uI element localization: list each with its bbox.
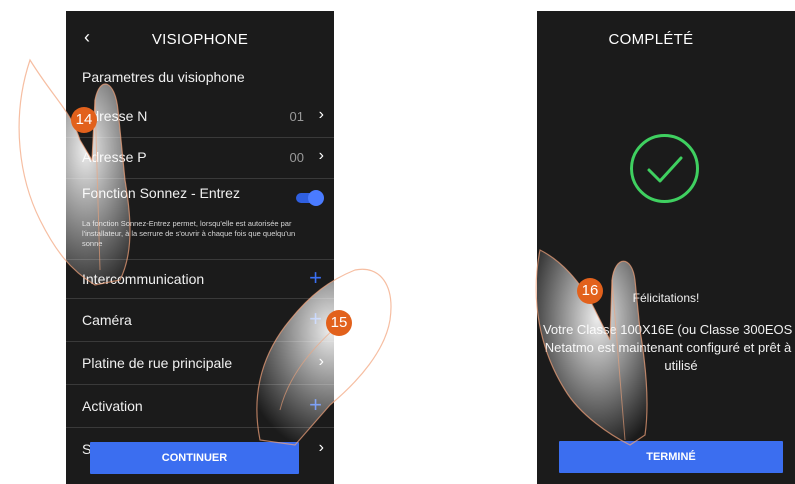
address-n-value: 01 — [289, 109, 304, 124]
congrats-text: Félicitations! — [632, 291, 700, 305]
intercom-row[interactable]: Intercommunication + — [66, 260, 334, 299]
check-circle-icon — [627, 131, 702, 206]
done-button[interactable]: TERMINÉ — [559, 441, 783, 473]
chevron-right-icon: › — [318, 147, 324, 164]
chevron-right-icon: › — [318, 353, 324, 370]
step-badge-14: 14 — [71, 107, 97, 133]
toggle-knob — [308, 190, 324, 206]
screen-title: VISIOPHONE — [151, 31, 249, 48]
add-plus-icon[interactable]: + — [309, 392, 322, 418]
section-title: Parametres du visiophone — [82, 69, 245, 85]
main-panel-row[interactable]: Platine de rue principale › — [66, 342, 334, 385]
door-function-toggle[interactable] — [296, 190, 324, 206]
chevron-right-icon: › — [318, 106, 324, 123]
add-plus-icon[interactable]: + — [309, 265, 322, 291]
door-function-description: La fonction Sonnez-Entrez permet, lorsqu… — [82, 219, 296, 248]
address-p-row[interactable]: Adresse P 00 › — [66, 138, 334, 179]
address-p-label: Adresse P — [82, 149, 147, 165]
screen-title: COMPLÉTÉ — [608, 31, 694, 48]
address-p-value: 00 — [289, 150, 304, 165]
address-n-row[interactable]: Adresse N 01 › — [66, 97, 334, 138]
intercom-label: Intercommunication — [82, 271, 205, 287]
completed-screen: COMPLÉTÉ Félicitations! Votre Classe 100… — [537, 11, 795, 484]
activation-row[interactable]: Activation + — [66, 385, 334, 428]
activation-label: Activation — [82, 398, 143, 414]
main-panel-label: Platine de rue principale — [82, 355, 233, 371]
success-message: Votre Classe 100X16E (ou Classe 300EOS w… — [542, 322, 795, 373]
step-badge-16: 16 — [577, 278, 603, 304]
step-badge-15: 15 — [326, 310, 352, 336]
door-function-label: Fonction Sonnez - Entrez — [82, 185, 240, 201]
add-plus-icon[interactable]: + — [309, 306, 322, 332]
camera-label: Caméra — [82, 312, 132, 328]
visiophone-settings-screen: ‹ VISIOPHONE Parametres du visiophone Ad… — [66, 11, 334, 484]
continue-button[interactable]: CONTINUER — [90, 442, 299, 474]
camera-row[interactable]: Caméra + — [66, 299, 334, 342]
chevron-right-icon: › — [318, 439, 324, 456]
